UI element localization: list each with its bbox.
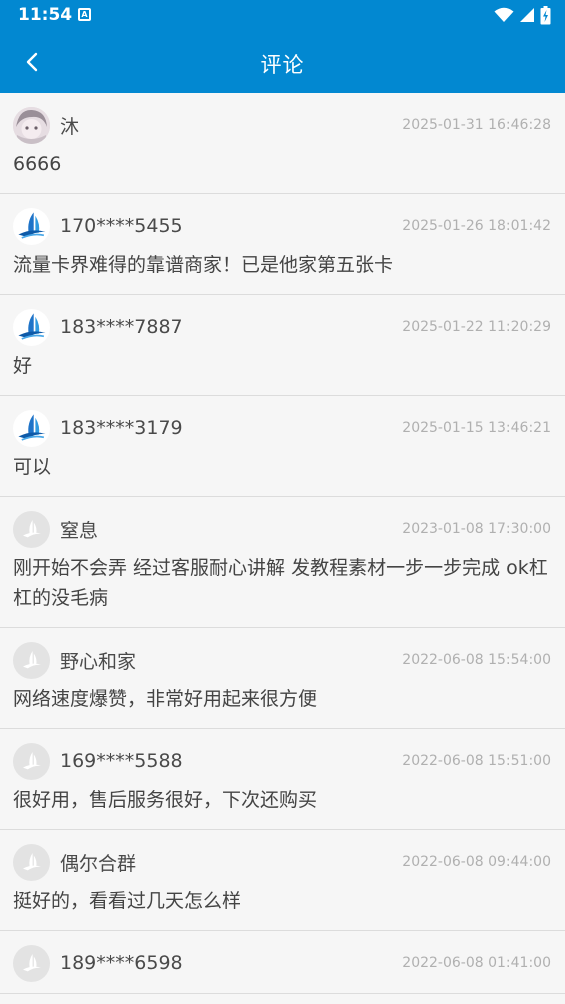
avatar xyxy=(13,641,50,679)
avatar xyxy=(13,409,50,447)
status-time: 11:54 xyxy=(18,5,73,25)
comment-header: 沐 2025-01-31 16:46:28 xyxy=(13,93,551,155)
comment-username: 183****3179 xyxy=(60,417,183,439)
comment-text: 6666 xyxy=(13,153,62,175)
default-avatar-icon xyxy=(22,520,41,538)
comment-text: 可以 xyxy=(13,456,52,478)
comment-timestamp: 2022-06-08 09:44:00 xyxy=(402,854,551,870)
comment-text: 网络速度爆赞，非常好用起来很方便 xyxy=(13,688,318,710)
comment-timestamp: 2025-01-26 18:01:42 xyxy=(402,218,551,234)
comment-username: 沐 xyxy=(60,115,80,138)
comment-timestamp: 2022-06-08 15:51:00 xyxy=(402,753,551,769)
comment-item: 170****5455 2025-01-26 18:01:42 流量卡界难得的靠谱商… xyxy=(0,194,565,295)
comment-username: 偶尔合群 xyxy=(60,852,137,875)
comment-username: 169****5588 xyxy=(60,750,183,772)
comment-username: 189****6598 xyxy=(60,952,183,974)
comment-list: 沐 2025-01-31 16:46:28 6666 170****5455 2025-… xyxy=(0,93,565,994)
comment-timestamp: 2025-01-22 11:20:29 xyxy=(402,319,551,335)
default-avatar-icon xyxy=(22,954,41,972)
status-icons xyxy=(494,5,551,25)
comment-item: 偶尔合群 2022-06-08 09:44:00 挺好的，看看过几天怎么样 xyxy=(0,830,565,931)
comment-header: 170****5455 2025-01-26 18:01:42 xyxy=(13,194,551,256)
comment-timestamp: 2023-01-08 17:30:00 xyxy=(402,521,551,537)
comment-header: 窒息 2023-01-08 17:30:00 xyxy=(13,497,551,559)
avatar xyxy=(13,742,50,780)
comment-text: 流量卡界难得的靠谱商家！已是他家第五张卡 xyxy=(13,254,394,276)
comment-text: 好 xyxy=(13,355,33,377)
comment-timestamp: 2025-01-31 16:46:28 xyxy=(402,117,551,133)
comment-item: 189****6598 2022-06-08 01:41:00 xyxy=(0,931,565,994)
comment-timestamp: 2025-01-15 13:46:21 xyxy=(402,420,551,436)
avatar xyxy=(13,510,50,548)
notification-app-icon: A xyxy=(78,8,91,21)
default-avatar-icon xyxy=(22,651,41,669)
comment-text: 刚开始不会弄 经过客服耐心讲解 发教程素材一步一步完成 ok杠杠的没毛病 xyxy=(13,557,548,609)
brand-logo-icon xyxy=(17,313,46,340)
comment-text: 挺好的，看看过几天怎么样 xyxy=(13,890,242,912)
comment-header: 189****6598 2022-06-08 01:41:00 xyxy=(13,931,551,993)
comment-username: 窒息 xyxy=(60,519,99,542)
default-avatar-icon xyxy=(22,853,41,871)
comment-username: 183****7887 xyxy=(60,316,183,338)
page-title: 评论 xyxy=(260,53,305,77)
comment-username: 野心和家 xyxy=(60,650,137,673)
avatar xyxy=(13,207,50,245)
avatar xyxy=(13,843,50,881)
brand-logo-icon xyxy=(17,414,46,441)
comment-item: 沐 2025-01-31 16:46:28 6666 xyxy=(0,93,565,194)
comment-header: 偶尔合群 2022-06-08 09:44:00 xyxy=(13,830,551,892)
comment-item: 169****5588 2022-06-08 15:51:00 很好用，售后服务很好… xyxy=(0,729,565,830)
comment-text: 很好用，售后服务很好，下次还购买 xyxy=(13,789,318,811)
comment-header: 野心和家 2022-06-08 15:54:00 xyxy=(13,628,551,690)
battery-icon xyxy=(540,5,551,24)
comment-header: 183****7887 2025-01-22 11:20:29 xyxy=(13,295,551,357)
comment-header: 183****3179 2025-01-15 13:46:21 xyxy=(13,396,551,458)
signal-icon xyxy=(520,8,534,22)
wifi-icon xyxy=(494,7,514,22)
comment-item: 野心和家 2022-06-08 15:54:00 网络速度爆赞，非常好用起来很方便 xyxy=(0,628,565,729)
comment-item: 183****3179 2025-01-15 13:46:21 可以 xyxy=(0,396,565,497)
comment-header: 169****5588 2022-06-08 15:51:00 xyxy=(13,729,551,791)
avatar xyxy=(13,106,50,144)
user-photo-icon xyxy=(13,106,50,144)
status-bar: 11:54 A xyxy=(0,0,565,31)
comment-timestamp: 2022-06-08 01:41:00 xyxy=(402,955,551,971)
comment-item: 窒息 2023-01-08 17:30:00 刚开始不会弄 经过客服耐心讲解 发教程… xyxy=(0,497,565,628)
comment-item: 183****7887 2025-01-22 11:20:29 好 xyxy=(0,295,565,396)
avatar xyxy=(13,308,50,346)
default-avatar-icon xyxy=(22,752,41,770)
comment-timestamp: 2022-06-08 15:54:00 xyxy=(402,652,551,668)
comment-username: 170****5455 xyxy=(60,215,183,237)
app-bar: 评论 xyxy=(0,31,565,93)
avatar xyxy=(13,944,50,982)
brand-logo-icon xyxy=(17,212,46,239)
